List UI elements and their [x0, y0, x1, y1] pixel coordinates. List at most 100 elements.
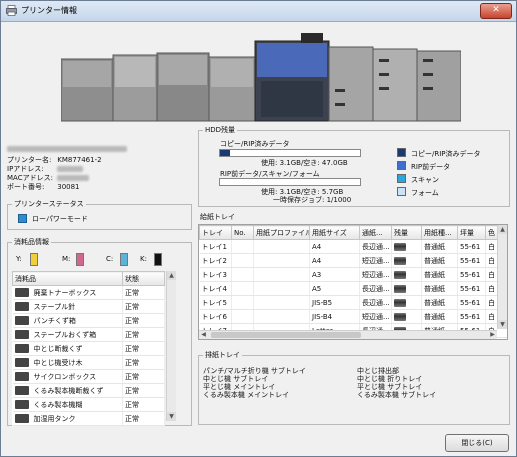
toner-c-gauge [120, 253, 128, 266]
tray-cell-profile [253, 309, 310, 324]
tray-row[interactable]: トレイ2 A4 短辺通... 普通紙 55-61 白 [199, 253, 507, 268]
consumable-icon [14, 316, 29, 325]
consumable-name-cell: 廃棄トナーボックス [12, 285, 123, 300]
consumable-state: 正常 [122, 397, 165, 412]
tray-header-tray[interactable]: トレイ [199, 225, 232, 240]
consumables-scrollbar[interactable]: ▲ ▼ [166, 271, 176, 421]
printer-status-title: プリンターステータス [12, 199, 86, 209]
tray-header-profile[interactable]: 用紙プロファイル [253, 225, 310, 240]
tray-header-type[interactable]: 用紙種... [421, 225, 458, 240]
paper-trays-title: 給紙トレイ [200, 213, 235, 221]
consumable-icon [14, 288, 29, 297]
output-tray-item: パンチ/マルチ折り機 サブトレイ [203, 367, 306, 375]
scroll-down-icon[interactable]: ▼ [167, 412, 176, 421]
consumable-row[interactable]: パンチくず箱 正常 [12, 313, 165, 328]
consumables-header-name[interactable]: 消耗品 [12, 271, 123, 286]
consumable-name-cell: くるみ製本機糊 [12, 397, 123, 412]
title-bar: プリンター情報 ✕ [1, 1, 516, 22]
hdd-section1-usage: 使用: 3.1GB/空き: 47.0GB [261, 159, 348, 167]
tray-cell-tray: トレイ4 [199, 281, 232, 296]
consumable-row[interactable]: 廃棄トナーボックス 正常 [12, 285, 165, 300]
tray-cell-profile [253, 253, 310, 268]
tray-row[interactable]: トレイ5 JIS-B5 長辺通... 普通紙 55-61 白 [199, 295, 507, 310]
printer-name-value: KM877461-2 [57, 156, 102, 164]
tray-cell-weight: 55-61 [457, 281, 486, 296]
tray-header-no[interactable]: No. [231, 225, 254, 240]
scroll-up-icon[interactable]: ▲ [167, 271, 176, 280]
status-indicator-icon [18, 214, 27, 223]
toner-m-gauge [76, 253, 84, 266]
consumable-name: くるみ製本機断裁くず [33, 386, 104, 395]
tray-cell-type: 普通紙 [421, 253, 458, 268]
tray-header-size[interactable]: 用紙サイズ [309, 225, 360, 240]
tray-cell-type: 普通紙 [421, 295, 458, 310]
tray-row[interactable]: トレイ1 A4 長辺通... 普通紙 55-61 白 [199, 239, 507, 254]
tray-cell-no [231, 253, 254, 268]
toner-y-label: Y: [16, 255, 22, 263]
tray-cell-type: 普通紙 [421, 239, 458, 254]
legend-swatch-icon [397, 148, 406, 157]
consumable-row[interactable]: くるみ製本機断裁くず 正常 [12, 383, 165, 398]
consumables-header-state[interactable]: 状態 [122, 271, 165, 286]
tray-row[interactable]: トレイ6 JIS-B4 短辺通... 普通紙 55-61 白 [199, 309, 507, 324]
paper-level-icon [394, 312, 406, 321]
mac-value-redacted [57, 175, 90, 181]
tray-cell-no [231, 267, 254, 282]
consumable-row[interactable]: サイクロンボックス 正常 [12, 369, 165, 384]
toner-y-gauge [30, 253, 38, 266]
tray-cell-weight: 55-61 [457, 309, 486, 324]
tray-cell-feed: 短辺通... [359, 309, 392, 324]
printer-status-group: プリンターステータス ローパワーモード [7, 199, 192, 230]
output-tray-item: 中とじ排出部 [357, 367, 399, 375]
consumable-icon [14, 386, 29, 395]
hdd-legend-form: フォーム [397, 187, 439, 198]
hscroll-thumb[interactable] [211, 332, 361, 338]
paper-trays-table: トレイ No. 用紙プロファイル 用紙サイズ 通紙... 残量 用紙種... 坪… [199, 225, 507, 338]
hdd-section1-bar [219, 149, 361, 157]
tray-header-feed[interactable]: 通紙... [359, 225, 392, 240]
paper-trays-table-frame: トレイ No. 用紙プロファイル 用紙サイズ 通紙... 残量 用紙種... 坪… [198, 224, 508, 340]
consumable-row[interactable]: くるみ製本機糊 正常 [12, 397, 165, 412]
tray-cell-tray: トレイ2 [199, 253, 232, 268]
output-trays-group: 排紙トレイ パンチ/マルチ折り機 サブトレイ 中とじ機 サブトレイ 平とじ機 メ… [198, 350, 510, 425]
tray-cell-tray: トレイ3 [199, 267, 232, 282]
tray-row[interactable]: トレイ3 A3 短辺通... 普通紙 55-61 白 [199, 267, 507, 282]
scroll-up-icon[interactable]: ▲ [498, 225, 507, 234]
hdd-title: HDD残量 [203, 125, 238, 135]
scroll-left-icon[interactable]: ◀ [199, 331, 208, 339]
tray-cell-type: 普通紙 [421, 281, 458, 296]
tray-row[interactable]: トレイ4 A5 長辺通... 普通紙 55-61 白 [199, 281, 507, 296]
output-right-list: 中とじ排出部 中とじ機 折りトレイ 平とじ機 サブトレイ くるみ製本機 サブトレ… [357, 367, 436, 399]
tray-cell-feed: 長辺通... [359, 281, 392, 296]
tray-cell-weight: 55-61 [457, 253, 486, 268]
scroll-down-icon[interactable]: ▼ [498, 320, 507, 329]
window-title: プリンター情報 [21, 6, 77, 15]
consumable-state: 正常 [122, 355, 165, 370]
toner-c-label: C: [106, 255, 114, 263]
legend-swatch-icon [397, 187, 406, 196]
window-close-button[interactable]: ✕ [480, 3, 512, 19]
consumable-row[interactable]: 加湿用タンク 正常 [12, 411, 165, 426]
tray-header-remaining[interactable]: 残量 [391, 225, 422, 240]
tray-cell-type: 普通紙 [421, 309, 458, 324]
tray-cell-type: 普通紙 [421, 267, 458, 282]
trays-hscrollbar[interactable]: ◀ ▶ [199, 330, 497, 339]
tray-cell-feed: 長辺通... [359, 239, 392, 254]
consumable-row[interactable]: 中とじ機受け木 正常 [12, 355, 165, 370]
output-tray-item: 中とじ機 サブトレイ [203, 375, 269, 383]
consumable-icon [14, 400, 29, 409]
hdd-group: HDD残量 コピー/RIP済みデータ 使用: 3.1GB/空き: 47.0GB … [198, 125, 510, 207]
legend-label: スキャン [411, 176, 439, 184]
output-tray-item: くるみ製本機 サブトレイ [357, 391, 437, 399]
close-button[interactable]: 閉じる(C) [445, 434, 509, 452]
consumable-row[interactable]: ステープルおくず箱 正常 [12, 327, 165, 342]
trays-vscrollbar[interactable]: ▲ ▼ [497, 225, 507, 329]
consumable-row[interactable]: 中とじ断裁くず 正常 [12, 341, 165, 356]
consumable-state: 正常 [122, 299, 165, 314]
consumable-row[interactable]: ステープル針 正常 [12, 299, 165, 314]
info-label: ポート番号: [7, 183, 45, 191]
legend-swatch-icon [397, 161, 406, 170]
scroll-right-icon[interactable]: ▶ [488, 331, 497, 339]
tray-header-weight[interactable]: 坪量 [457, 225, 486, 240]
port-value: 30081 [57, 183, 80, 191]
